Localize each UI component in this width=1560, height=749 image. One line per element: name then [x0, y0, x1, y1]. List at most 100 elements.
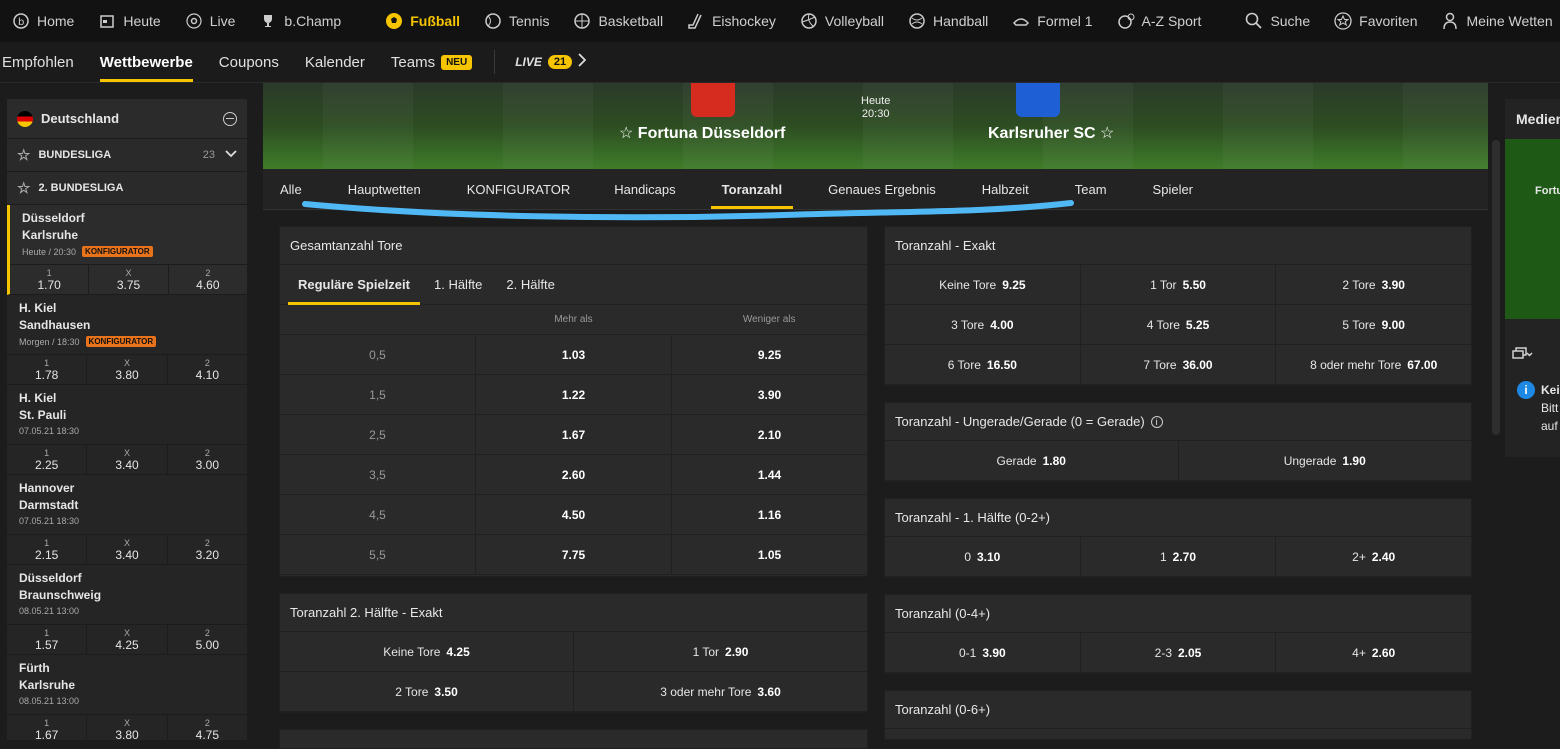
- match-item[interactable]: H. KielSt. Pauli07.05.21 18:3012.25X3.40…: [7, 385, 247, 475]
- chevron-down-icon[interactable]: [225, 149, 237, 161]
- odd-button[interactable]: 2 Tore3.50: [280, 672, 574, 711]
- home-team[interactable]: ☆ Fortuna Düsseldorf: [619, 123, 785, 143]
- odd-mehr-als[interactable]: 2.60: [476, 455, 672, 494]
- odd-button[interactable]: 24.10: [168, 355, 247, 384]
- tab-team[interactable]: Team: [1064, 169, 1118, 209]
- nav-eishockey[interactable]: Eishockey: [675, 0, 788, 42]
- nav-az-sport[interactable]: A-Z Sport: [1105, 0, 1214, 42]
- subnav-empfohlen[interactable]: Empfohlen: [0, 42, 86, 82]
- nav-live[interactable]: Live: [173, 0, 248, 42]
- away-team[interactable]: Karlsruher SC ☆: [988, 123, 1114, 143]
- odd-button[interactable]: Gerade1.80: [885, 441, 1179, 480]
- nav-fussball[interactable]: Fußball: [373, 0, 472, 42]
- star-icon[interactable]: ☆: [17, 179, 30, 197]
- odd-button[interactable]: 12.70: [1081, 537, 1277, 576]
- nav-tennis[interactable]: Tennis: [472, 0, 561, 42]
- match-item[interactable]: HannoverDarmstadt07.05.21 18:3012.15X3.4…: [7, 475, 247, 565]
- tab-2-haelfte[interactable]: 2. Hälfte: [496, 265, 564, 304]
- odd-button[interactable]: 6 Tore16.50: [885, 345, 1081, 384]
- odd-button[interactable]: 1 Tor5.50: [1081, 265, 1277, 304]
- nav-home[interactable]: bHome: [0, 0, 86, 42]
- subnav-kalender[interactable]: Kalender: [293, 42, 377, 82]
- odd-button[interactable]: 11.70: [10, 265, 89, 294]
- odd-button[interactable]: 11.78: [7, 355, 87, 384]
- odd-button[interactable]: 2+2.40: [1276, 537, 1471, 576]
- odd-weniger-als[interactable]: 9.25: [672, 335, 867, 374]
- nav-suche[interactable]: Suche: [1233, 0, 1322, 42]
- odd-button[interactable]: X3.40: [87, 445, 167, 474]
- tab-genaues-ergebnis[interactable]: Genaues Ergebnis: [817, 169, 947, 209]
- tab-alle[interactable]: Alle: [269, 169, 313, 209]
- odd-weniger-als[interactable]: 2.10: [672, 415, 867, 454]
- odd-button[interactable]: 24.60: [169, 265, 247, 294]
- tab-spieler[interactable]: Spieler: [1142, 169, 1204, 209]
- scrollbar[interactable]: [1492, 140, 1500, 435]
- star-icon[interactable]: ☆: [17, 146, 30, 164]
- odd-button[interactable]: 23.20: [168, 535, 247, 564]
- nav-basketball[interactable]: Basketball: [561, 0, 675, 42]
- odd-mehr-als[interactable]: 1.67: [476, 415, 672, 454]
- nav-meine-wetten[interactable]: Meine Wetten: [1430, 0, 1560, 42]
- league-2-bundesliga[interactable]: ☆ 2. BUNDESLIGA: [7, 172, 247, 205]
- odd-button[interactable]: X3.40: [87, 535, 167, 564]
- odd-button[interactable]: 4 Tore5.25: [1081, 305, 1277, 344]
- odd-button[interactable]: 25.00: [168, 625, 247, 654]
- odd-button[interactable]: 11.67: [7, 715, 87, 740]
- subnav-live[interactable]: LIVE21: [503, 42, 598, 82]
- odd-button[interactable]: X3.80: [87, 355, 167, 384]
- league-bundesliga[interactable]: ☆ BUNDESLIGA 23: [7, 139, 247, 172]
- tab-halbzeit[interactable]: Halbzeit: [971, 169, 1040, 209]
- odd-button[interactable]: 1 Tor2.90: [574, 632, 867, 671]
- match-item[interactable]: FürthKarlsruhe08.05.21 13:0011.67X3.8024…: [7, 655, 247, 740]
- odd-button[interactable]: Keine Tore4.25: [280, 632, 574, 671]
- star-icon[interactable]: ☆: [619, 125, 633, 142]
- odd-button[interactable]: X4.25: [87, 625, 167, 654]
- tab-hauptwetten[interactable]: Hauptwetten: [337, 169, 432, 209]
- odd-button[interactable]: 03.10: [885, 537, 1081, 576]
- match-item[interactable]: H. KielSandhausenMorgen / 18:30KONFIGURA…: [7, 295, 247, 385]
- tab-toranzahl[interactable]: Toranzahl: [711, 169, 793, 209]
- odd-button[interactable]: 5 Tore9.00: [1276, 305, 1471, 344]
- subnav-wettbewerbe[interactable]: Wettbewerbe: [88, 42, 205, 82]
- odd-button[interactable]: Keine Tore9.25: [885, 265, 1081, 304]
- odd-button[interactable]: 2 Tore3.90: [1276, 265, 1471, 304]
- odd-button[interactable]: 24.75: [168, 715, 247, 740]
- odd-weniger-als[interactable]: 3.90: [672, 375, 867, 414]
- info-icon[interactable]: i: [1151, 416, 1163, 428]
- odd-mehr-als[interactable]: 1.22: [476, 375, 672, 414]
- odd-weniger-als[interactable]: 1.44: [672, 455, 867, 494]
- odd-button[interactable]: 11.57: [7, 625, 87, 654]
- odd-weniger-als[interactable]: 1.16: [672, 495, 867, 534]
- odd-button[interactable]: 2-32.05: [1081, 633, 1277, 672]
- odd-button[interactable]: 12.15: [7, 535, 87, 564]
- odd-button[interactable]: 4+2.60: [1276, 633, 1471, 672]
- nav-bchamp[interactable]: b.Champ: [247, 0, 353, 42]
- odd-button[interactable]: 23.00: [168, 445, 247, 474]
- match-item[interactable]: DüsseldorfBraunschweig08.05.21 13:0011.5…: [7, 565, 247, 655]
- match-item[interactable]: DüsseldorfKarlsruheHeute / 20:30KONFIGUR…: [7, 205, 247, 295]
- odd-button[interactable]: X3.80: [87, 715, 167, 740]
- odd-button[interactable]: Ungerade1.90: [1179, 441, 1472, 480]
- media-toggle[interactable]: [1505, 337, 1560, 373]
- nav-handball[interactable]: Handball: [896, 0, 1000, 42]
- odd-weniger-als[interactable]: 1.05: [672, 535, 867, 574]
- odd-mehr-als[interactable]: 4.50: [476, 495, 672, 534]
- tab-1-haelfte[interactable]: 1. Hälfte: [424, 265, 492, 304]
- subnav-coupons[interactable]: Coupons: [207, 42, 291, 82]
- nav-heute[interactable]: Heute: [86, 0, 172, 42]
- tab-konfigurator[interactable]: KONFIGURATOR: [456, 169, 582, 209]
- odd-button[interactable]: 3 Tore4.00: [885, 305, 1081, 344]
- country-header[interactable]: Deutschland: [7, 99, 247, 139]
- subnav-teams[interactable]: TeamsNEU: [379, 42, 484, 82]
- collapse-icon[interactable]: [223, 112, 237, 126]
- odd-button[interactable]: 3 oder mehr Tore3.60: [574, 672, 867, 711]
- tab-handicaps[interactable]: Handicaps: [603, 169, 686, 209]
- tab-regulaere-spielzeit[interactable]: Reguläre Spielzeit: [288, 265, 420, 304]
- odd-button[interactable]: 0-13.90: [885, 633, 1081, 672]
- odd-button[interactable]: 8 oder mehr Tore67.00: [1276, 345, 1471, 384]
- nav-favoriten[interactable]: Favoriten: [1322, 0, 1429, 42]
- nav-formel1[interactable]: Formel 1: [1000, 0, 1104, 42]
- nav-volleyball[interactable]: Volleyball: [788, 0, 896, 42]
- odd-button[interactable]: 12.25: [7, 445, 87, 474]
- odd-button[interactable]: X3.75: [89, 265, 168, 294]
